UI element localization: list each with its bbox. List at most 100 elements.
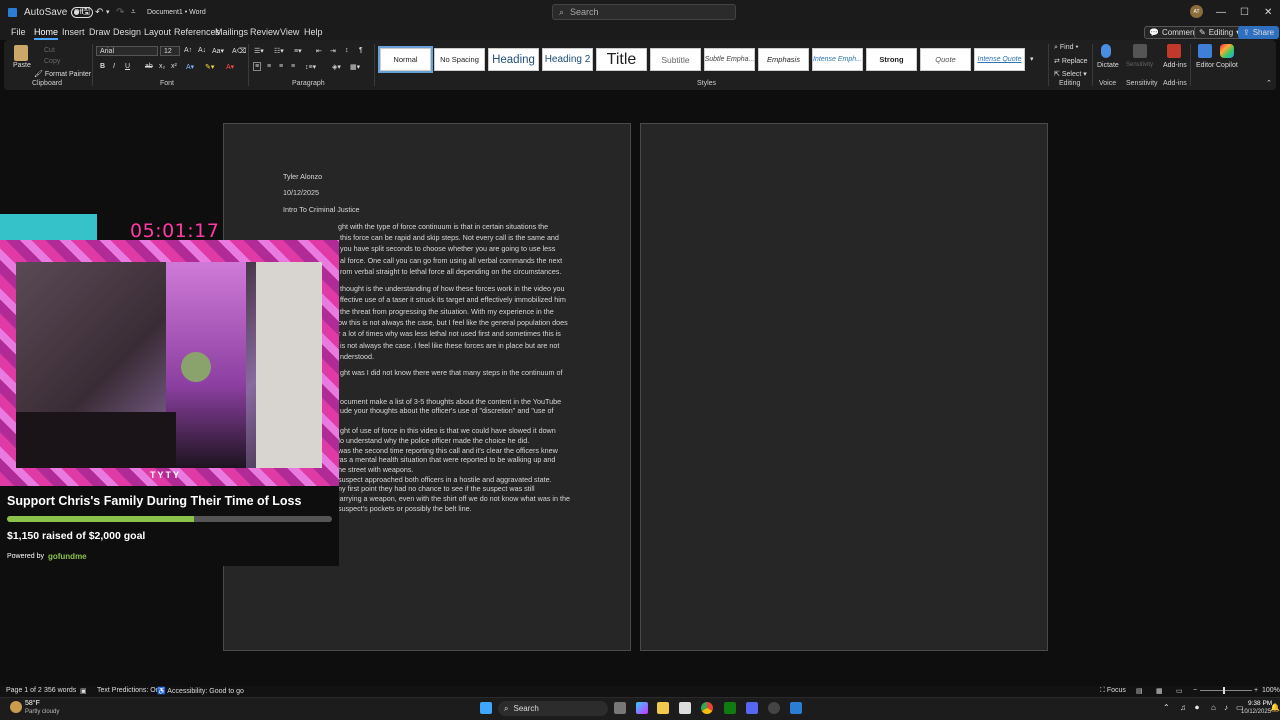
- styles-more-icon[interactable]: ▾: [1030, 55, 1034, 63]
- paste-icon[interactable]: [14, 45, 28, 61]
- style-emphasis[interactable]: Emphasis: [758, 48, 809, 71]
- align-center-icon[interactable]: ≡: [267, 63, 271, 70]
- addins-button[interactable]: Add-ins: [1163, 62, 1187, 69]
- find-button[interactable]: ⌕ Find ▾: [1054, 44, 1078, 52]
- collapse-ribbon-icon[interactable]: ⌃: [1266, 79, 1272, 87]
- style-normal[interactable]: Normal: [378, 46, 433, 73]
- style-no-spacing[interactable]: No Spacing: [434, 48, 485, 71]
- addins-icon[interactable]: [1167, 44, 1181, 58]
- italic-icon[interactable]: I: [113, 63, 115, 70]
- dictate-button[interactable]: Dictate: [1097, 62, 1119, 69]
- web-layout-icon[interactable]: ▭: [1176, 687, 1183, 695]
- redo-icon[interactable]: ↷: [116, 0, 124, 24]
- change-case-icon[interactable]: Aa▾: [212, 47, 224, 55]
- read-mode-icon[interactable]: ▤: [1136, 687, 1143, 695]
- tab-insert[interactable]: Insert: [62, 27, 85, 37]
- discord-icon[interactable]: [746, 702, 758, 714]
- copilot-app-icon[interactable]: [636, 702, 648, 714]
- sensitivity-button[interactable]: Sensitivity: [1126, 62, 1153, 68]
- paste-button[interactable]: Paste: [13, 62, 31, 69]
- bold-icon[interactable]: B: [100, 63, 105, 70]
- sort-icon[interactable]: ↕: [345, 47, 349, 54]
- network-icon[interactable]: ⌂: [1211, 703, 1216, 712]
- tab-help[interactable]: Help: [304, 27, 323, 37]
- zoom-slider-thumb[interactable]: [1223, 687, 1225, 694]
- word-count[interactable]: 356 words: [44, 687, 76, 694]
- tab-view[interactable]: View: [280, 27, 299, 37]
- save-icon[interactable]: 🖫: [82, 0, 91, 24]
- clock-time[interactable]: 9:38 PM: [1248, 700, 1272, 707]
- document-page-2[interactable]: [640, 123, 1048, 651]
- grow-font-icon[interactable]: A↑: [184, 47, 192, 54]
- xbox-icon[interactable]: [724, 702, 736, 714]
- style-strong[interactable]: Strong: [866, 48, 917, 71]
- share-button[interactable]: ⇪ Share: [1238, 26, 1280, 39]
- text-predictions-status[interactable]: Text Predictions: On: [97, 687, 160, 694]
- align-left-icon[interactable]: ≡: [253, 62, 262, 71]
- style-subtitle[interactable]: Subtitle: [650, 48, 701, 71]
- volume-icon[interactable]: ♪: [1224, 703, 1228, 712]
- select-button[interactable]: ⇱ Select ▾: [1054, 70, 1087, 78]
- tray-chevron-icon[interactable]: ⌃: [1163, 703, 1170, 712]
- zoom-out-icon[interactable]: −: [1193, 687, 1197, 694]
- clear-formatting-icon[interactable]: A⌫: [232, 47, 247, 55]
- clock-date[interactable]: 10/12/2025: [1241, 709, 1271, 715]
- notification-icon[interactable]: 🔔: [1270, 703, 1280, 712]
- tab-home[interactable]: Home: [34, 27, 59, 40]
- undo-icon[interactable]: ↶: [95, 0, 103, 24]
- format-painter-button[interactable]: 🖌 Format Painter: [34, 70, 91, 78]
- shading-icon[interactable]: ◈▾: [332, 63, 341, 71]
- text-effects-icon[interactable]: A▾: [186, 63, 194, 71]
- maximize-icon[interactable]: ☐: [1240, 0, 1249, 24]
- avatar[interactable]: AT: [1190, 5, 1203, 18]
- borders-icon[interactable]: ▦▾: [350, 63, 360, 71]
- multilevel-list-icon[interactable]: ≡▾: [294, 47, 302, 55]
- font-size-select[interactable]: 12: [160, 46, 180, 56]
- numbering-icon[interactable]: ☷▾: [274, 47, 284, 55]
- tab-file[interactable]: File: [11, 27, 26, 37]
- style-intense-quote[interactable]: Intense Quote: [974, 48, 1025, 71]
- minimize-icon[interactable]: —: [1216, 0, 1226, 24]
- style-intense-emphasis[interactable]: Intense Emph...: [812, 48, 863, 71]
- font-color-icon[interactable]: A▾: [226, 63, 234, 71]
- replace-button[interactable]: ⇄ Replace: [1054, 57, 1088, 65]
- highlight-icon[interactable]: ✎▾: [205, 63, 214, 71]
- microphone-icon[interactable]: [1101, 44, 1111, 58]
- tab-layout[interactable]: Layout: [144, 27, 171, 37]
- word-app-icon[interactable]: [790, 702, 802, 714]
- proofing-icon[interactable]: ▣: [80, 687, 87, 695]
- tab-draw[interactable]: Draw: [89, 27, 110, 37]
- bullets-icon[interactable]: ☰▾: [254, 47, 264, 55]
- style-heading[interactable]: Heading: [488, 48, 539, 71]
- editor-button[interactable]: Editor: [1196, 62, 1214, 69]
- style-heading-2[interactable]: Heading 2: [542, 48, 593, 71]
- headset-icon[interactable]: ♫: [1180, 703, 1186, 712]
- mic-tray-icon[interactable]: ⏺: [1195, 703, 1199, 713]
- line-spacing-icon[interactable]: ↕≡▾: [305, 63, 316, 71]
- tab-design[interactable]: Design: [113, 27, 141, 37]
- undo-dropdown-icon[interactable]: ▾: [106, 0, 110, 24]
- underline-icon[interactable]: U: [125, 63, 130, 70]
- sensitivity-icon[interactable]: [1133, 44, 1147, 58]
- weather-temp[interactable]: 58°F: [25, 700, 40, 707]
- style-title[interactable]: Title: [596, 48, 647, 71]
- search-input[interactable]: ⌕ Search: [552, 4, 736, 20]
- obs-icon[interactable]: [768, 702, 780, 714]
- start-icon[interactable]: [480, 702, 492, 714]
- file-explorer-icon[interactable]: [657, 702, 669, 714]
- zoom-slider[interactable]: [1200, 690, 1252, 691]
- justify-icon[interactable]: ≡: [291, 63, 295, 70]
- subscript-icon[interactable]: x₂: [159, 63, 165, 70]
- focus-button[interactable]: ⛶ Focus: [1100, 687, 1126, 695]
- tab-references[interactable]: References: [174, 27, 220, 37]
- style-quote[interactable]: Quote: [920, 48, 971, 71]
- style-subtle-emphasis[interactable]: Subtle Empha...: [704, 48, 755, 71]
- copy-button[interactable]: Copy: [44, 58, 60, 65]
- store-icon[interactable]: [679, 702, 691, 714]
- decrease-indent-icon[interactable]: ⇤: [316, 47, 322, 55]
- tab-mailings[interactable]: Mailings: [215, 27, 248, 37]
- close-icon[interactable]: ✕: [1264, 0, 1272, 24]
- font-family-select[interactable]: Arial: [96, 46, 158, 56]
- show-marks-icon[interactable]: ¶: [359, 47, 363, 54]
- chrome-icon[interactable]: [701, 702, 713, 714]
